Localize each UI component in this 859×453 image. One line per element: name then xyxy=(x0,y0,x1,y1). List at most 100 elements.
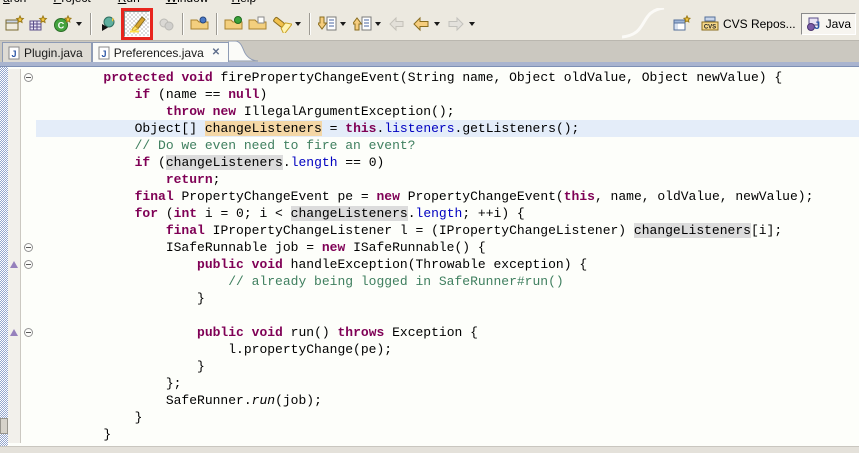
code-line-text[interactable]: } xyxy=(36,426,859,443)
mark-occurrences-toggle[interactable] xyxy=(124,11,150,37)
open-perspective-button[interactable] xyxy=(668,12,696,35)
svg-text:C: C xyxy=(58,20,65,30)
scrollbar-button[interactable] xyxy=(0,418,8,434)
code-line-text[interactable]: throw new IllegalArgumentException(); xyxy=(36,103,859,120)
folding-cell xyxy=(21,358,36,375)
folding-cell xyxy=(21,188,36,205)
eclipse-window: arch Project Run Window Help xyxy=(0,0,859,453)
code-line-text[interactable]: if (name == null) xyxy=(36,86,859,103)
code-line: // Do we even need to fire an event? xyxy=(8,137,859,154)
search-dropdown-caret[interactable] xyxy=(295,22,301,26)
perspective-java-button[interactable]: J Java xyxy=(801,13,856,35)
java-file-icon: J xyxy=(8,46,20,60)
folding-cell xyxy=(21,171,36,188)
menu-item-window[interactable]: Window xyxy=(166,0,209,5)
new-class-icon: C xyxy=(53,15,73,33)
back-icon xyxy=(412,16,430,32)
new-class-dropdown-caret[interactable] xyxy=(76,22,82,26)
marker-bar-cell xyxy=(8,409,21,426)
editor-tab-bar: J Plugin.java J Preferences.java ✕ xyxy=(0,41,859,62)
tab-label: Plugin.java xyxy=(24,46,83,60)
code-area[interactable]: protected void firePropertyChangeEvent(S… xyxy=(8,67,859,446)
checkout-button[interactable] xyxy=(222,12,246,36)
code-line-text[interactable]: l.propertyChange(pe); xyxy=(36,341,859,358)
marker-bar-cell xyxy=(8,290,21,307)
back-button[interactable] xyxy=(409,12,433,36)
code-line: // already being logged in SafeRunner#ru… xyxy=(8,273,859,290)
folding-cell xyxy=(21,103,36,120)
code-line-text[interactable] xyxy=(36,307,859,324)
code-line-text[interactable]: if (changeListeners.length == 0) xyxy=(36,154,859,171)
code-line: for (int i = 0; i < changeListeners.leng… xyxy=(8,205,859,222)
code-editor[interactable]: protected void firePropertyChangeEvent(S… xyxy=(0,67,859,446)
marker-bar-cell xyxy=(8,120,21,137)
open-resource-icon xyxy=(248,15,268,32)
code-line-text[interactable]: public void handleException(Throwable ex… xyxy=(36,256,859,273)
svg-text:J: J xyxy=(101,49,106,59)
new-class-button[interactable]: C xyxy=(51,12,75,36)
next-annotation-button[interactable] xyxy=(315,12,339,36)
code-line-text[interactable]: final PropertyChangeEvent pe = new Prope… xyxy=(36,188,859,205)
folding-cell xyxy=(21,205,36,222)
code-line-text[interactable]: } xyxy=(36,409,859,426)
code-line-text[interactable]: // already being logged in SafeRunner#ru… xyxy=(36,273,859,290)
code-line: public void handleException(Throwable ex… xyxy=(8,256,859,273)
search-button[interactable] xyxy=(270,12,294,36)
override-marker-icon xyxy=(10,261,18,268)
code-line-text[interactable]: return; xyxy=(36,171,859,188)
profile-button xyxy=(154,12,178,36)
tab-preferences-java[interactable]: J Preferences.java ✕ xyxy=(92,42,229,62)
code-line: l.propertyChange(pe); xyxy=(8,341,859,358)
next-annotation-caret[interactable] xyxy=(340,22,346,26)
previous-annotation-caret[interactable] xyxy=(375,22,381,26)
open-resource-button[interactable] xyxy=(246,12,270,36)
previous-annotation-icon xyxy=(353,15,372,32)
new-java-project-button[interactable] xyxy=(27,12,51,36)
perspective-java-label: Java xyxy=(826,17,851,31)
profile-icon xyxy=(157,15,175,33)
forward-button xyxy=(444,12,468,36)
perspective-cvs-button[interactable]: CVS CVS Repos... xyxy=(696,13,801,35)
menu-item-search[interactable]: arch xyxy=(3,0,26,5)
folding-cell xyxy=(21,341,36,358)
folding-cell xyxy=(21,426,36,443)
fold-collapse-icon[interactable] xyxy=(24,260,33,269)
code-line-text[interactable]: }; xyxy=(36,375,859,392)
code-line-text[interactable]: protected void firePropertyChangeEvent(S… xyxy=(36,69,859,86)
perspective-curve-divider xyxy=(622,8,666,39)
search-flashlight-icon xyxy=(272,15,292,33)
forward-dropdown-caret[interactable] xyxy=(469,22,475,26)
menu-item-run[interactable]: Run xyxy=(118,0,140,5)
fold-collapse-icon[interactable] xyxy=(24,243,33,252)
code-line-text[interactable]: public void run() throws Exception { xyxy=(36,324,859,341)
tab-plugin-java[interactable]: J Plugin.java xyxy=(2,42,92,62)
code-line-text[interactable]: // Do we even need to fire an event? xyxy=(36,137,859,154)
code-line-text[interactable]: } xyxy=(36,358,859,375)
code-line-text[interactable]: final IPropertyChangeListener l = (IProp… xyxy=(36,222,859,239)
folding-cell xyxy=(21,137,36,154)
code-line: if (name == null) xyxy=(8,86,859,103)
previous-annotation-button[interactable] xyxy=(350,12,374,36)
code-line-text[interactable]: for (int i = 0; i < changeListeners.leng… xyxy=(36,205,859,222)
code-line-text[interactable]: Object[] changeListeners = this.listener… xyxy=(36,120,859,137)
close-icon[interactable]: ✕ xyxy=(212,47,220,58)
annotation-highlight-box xyxy=(121,8,153,40)
code-line-text[interactable]: ISafeRunnable job = new ISafeRunnable() … xyxy=(36,239,859,256)
open-type-button[interactable] xyxy=(188,12,212,36)
run-button[interactable] xyxy=(96,12,120,36)
new-wizard-button[interactable] xyxy=(3,12,27,36)
code-line-text[interactable]: } xyxy=(36,290,859,307)
code-line-text[interactable]: SafeRunner.run(job); xyxy=(36,392,859,409)
folding-cell xyxy=(21,307,36,324)
fold-collapse-icon[interactable] xyxy=(24,328,33,337)
code-line: if (changeListeners.length == 0) xyxy=(8,154,859,171)
folding-cell xyxy=(21,86,36,103)
fold-collapse-icon[interactable] xyxy=(24,73,33,82)
cvs-repository-icon: CVS xyxy=(701,16,720,32)
back-dropdown-caret[interactable] xyxy=(434,22,440,26)
marker-bar-cell xyxy=(8,69,21,86)
menu-item-project[interactable]: Project xyxy=(53,0,90,5)
menu-item-help[interactable]: Help xyxy=(231,0,256,5)
code-line: throw new IllegalArgumentException(); xyxy=(8,103,859,120)
cropped-scrollbar[interactable] xyxy=(0,67,8,446)
